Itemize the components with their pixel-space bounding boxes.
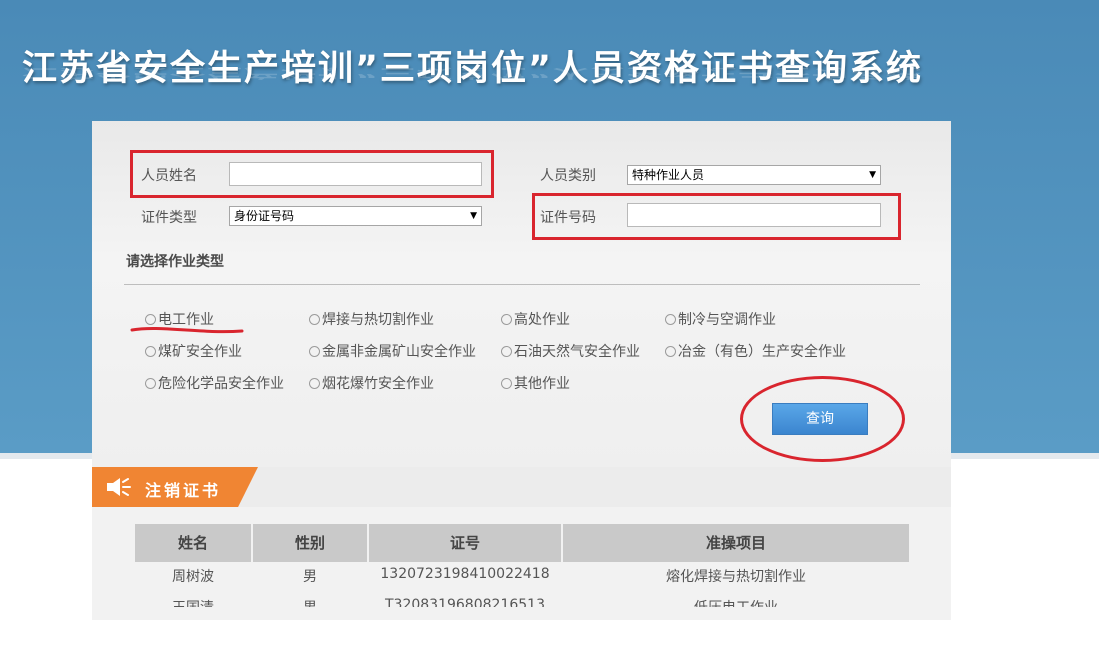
radio-work-type[interactable]: 危险化学品安全作业 [145, 373, 284, 393]
table-cell: T32083196808216513 [385, 597, 545, 607]
table-cell: 周树波 [172, 569, 214, 585]
radio-work-type[interactable]: 高处作业 [501, 309, 570, 329]
section-divider [124, 284, 920, 285]
radio-work-type[interactable]: 制冷与空调作业 [665, 309, 776, 329]
radio-label: 冶金（有色）生产安全作业 [678, 344, 846, 360]
radio-circle-icon [501, 345, 512, 357]
radio-work-type[interactable]: 金属非金属矿山安全作业 [309, 341, 476, 361]
table-cell: 男 [253, 597, 367, 607]
chevron-down-icon: ▼ [470, 211, 477, 221]
category-select[interactable]: 特种作业人员 ▼ [627, 165, 881, 185]
radio-work-type[interactable]: 烟花爆竹安全作业 [309, 373, 434, 393]
radio-circle-icon [665, 345, 676, 357]
column-header-cert-no: 证号 [369, 524, 561, 562]
radio-label: 烟花爆竹安全作业 [322, 376, 434, 392]
radio-work-type[interactable]: 焊接与热切割作业 [309, 309, 434, 329]
radio-label: 其他作业 [514, 376, 570, 392]
radio-work-type[interactable]: 冶金（有色）生产安全作业 [665, 341, 846, 361]
radio-label: 金属非金属矿山安全作业 [322, 344, 476, 360]
name-highlight-box [130, 150, 494, 198]
radio-work-type[interactable]: 其他作业 [501, 373, 570, 393]
radio-circle-icon [309, 345, 320, 357]
radio-label: 高处作业 [514, 312, 570, 328]
id-type-label: 证件类型 [141, 210, 197, 226]
radio-circle-icon [145, 345, 156, 357]
table-cell: 男 [303, 569, 317, 585]
radio-circle-icon [145, 377, 156, 389]
chevron-down-icon: ▼ [869, 170, 876, 180]
radio-work-type[interactable]: 煤矿安全作业 [145, 341, 242, 361]
radio-circle-icon [665, 313, 676, 325]
work-type-section-title: 请选择作业类型 [126, 254, 224, 270]
id-number-highlight-box [532, 193, 901, 240]
radio-label: 焊接与热切割作业 [322, 312, 434, 328]
radio-label: 石油天然气安全作业 [514, 344, 640, 360]
column-header-name: 姓名 [135, 524, 251, 562]
radio-circle-icon [309, 377, 320, 389]
red-underline-annotation [130, 327, 244, 334]
tab-label: 注销证书 [145, 481, 222, 500]
table-cell: 熔化焊接与热切割作业 [666, 569, 806, 585]
radio-circle-icon [309, 313, 320, 325]
id-type-select[interactable]: 身份证号码 ▼ [229, 206, 482, 226]
table-body: 周树波 男 132072319841002241​8 熔化焊接与热切割作业 王国… [135, 562, 909, 607]
table-cell: 王国清 [135, 597, 251, 607]
speaker-icon [107, 478, 131, 496]
radio-circle-icon [501, 313, 512, 325]
site-title: 江苏省安全生产培训”三项岗位”人员资格证书查询系统 [22, 49, 924, 89]
radio-label: 制冷与空调作业 [678, 312, 776, 328]
table-cell: 132072319841002241​8 [380, 566, 550, 582]
radio-label: 煤矿安全作业 [158, 344, 242, 360]
radio-work-type[interactable]: 石油天然气安全作业 [501, 341, 640, 361]
radio-circle-icon [501, 377, 512, 389]
column-header-project: 准操项目 [563, 524, 909, 562]
column-header-gender: 性别 [253, 524, 367, 562]
query-highlight-ellipse [740, 376, 905, 462]
radio-label: 危险化学品安全作业 [158, 376, 284, 392]
category-select-value: 特种作业人员 [632, 168, 705, 182]
table-cell: 低压电工作业 [563, 597, 909, 607]
id-type-select-value: 身份证号码 [234, 209, 295, 223]
category-label: 人员类别 [540, 168, 596, 184]
